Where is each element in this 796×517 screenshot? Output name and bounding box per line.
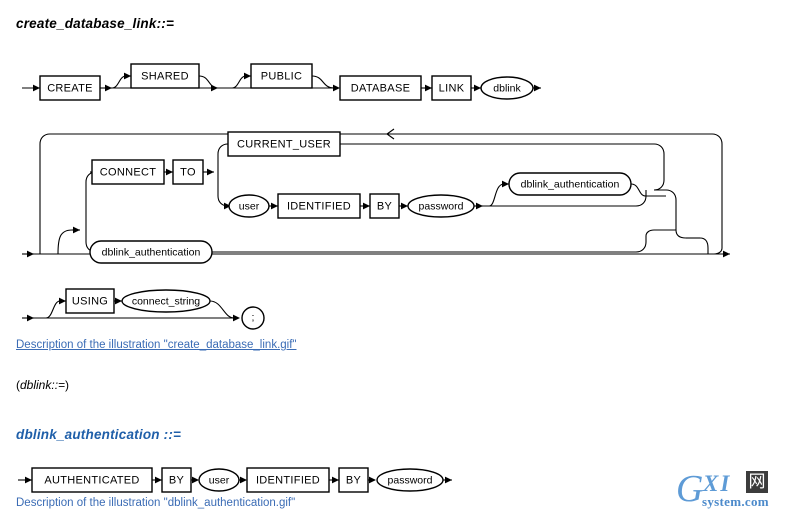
token-semicolon-label: ; <box>252 311 255 323</box>
token-dblink-label: dblink <box>493 82 521 94</box>
token-shared-label: SHARED <box>141 70 189 82</box>
token-by-2-label: BY <box>346 474 362 486</box>
syntax-diagram-page: create_database_link::= CREATE SHARED PU… <box>0 0 796 517</box>
dblink-reference-note: (dblink::=) <box>16 378 69 392</box>
token-public-label: PUBLIC <box>261 70 303 82</box>
token-by-label: BY <box>377 200 393 212</box>
token-connect-string-label: connect_string <box>132 295 200 307</box>
railroad-row-using: USING connect_string ; <box>22 288 265 330</box>
token-user-label: user <box>209 474 230 486</box>
token-by-1-label: BY <box>169 474 185 486</box>
token-to-label: TO <box>180 166 196 178</box>
token-create-label: CREATE <box>47 82 93 94</box>
page-title-dblink-authentication: dblink_authentication ::= <box>16 427 182 442</box>
railroad-row-connect-to: CONNECT TO CURRENT_USER user IDENTIFIED … <box>22 128 730 264</box>
token-dblink-authentication-inner-label: dblink_authentication <box>521 178 620 190</box>
dblink-note-italic: dblink::= <box>20 378 66 392</box>
token-password-label: password <box>419 200 464 212</box>
watermark-gxisystem: G XI 网 system.com <box>676 468 792 514</box>
railroad-row-create-database-link: CREATE SHARED PUBLIC DATABASE LINK dblin… <box>22 63 541 101</box>
token-current-user-label: CURRENT_USER <box>237 138 331 150</box>
dblink-note-close: ) <box>65 378 70 392</box>
token-link-label: LINK <box>439 82 465 94</box>
token-identified-label: IDENTIFIED <box>287 200 351 212</box>
watermark-letters-xi: XI <box>703 471 732 496</box>
watermark-domain: system.com <box>702 494 769 509</box>
watermark-cjk-char: 网 <box>746 471 768 493</box>
token-dblink-authentication-alt-label: dblink_authentication <box>102 246 201 258</box>
token-connect-label: CONNECT <box>100 166 157 178</box>
illustration-caption-dblink-authentication[interactable]: Description of the illustration "dblink_… <box>16 497 295 509</box>
token-identified-label: IDENTIFIED <box>256 474 320 486</box>
illustration-caption-create-database-link[interactable]: Description of the illustration "create_… <box>16 339 297 351</box>
token-using-label: USING <box>72 295 108 307</box>
token-user-label: user <box>239 200 260 212</box>
token-password-label: password <box>388 474 433 486</box>
watermark-letter-g: G <box>676 468 704 510</box>
token-database-label: DATABASE <box>351 82 410 94</box>
token-authenticated-label: AUTHENTICATED <box>44 474 139 486</box>
page-title-create-database-link: create_database_link::= <box>16 16 175 31</box>
